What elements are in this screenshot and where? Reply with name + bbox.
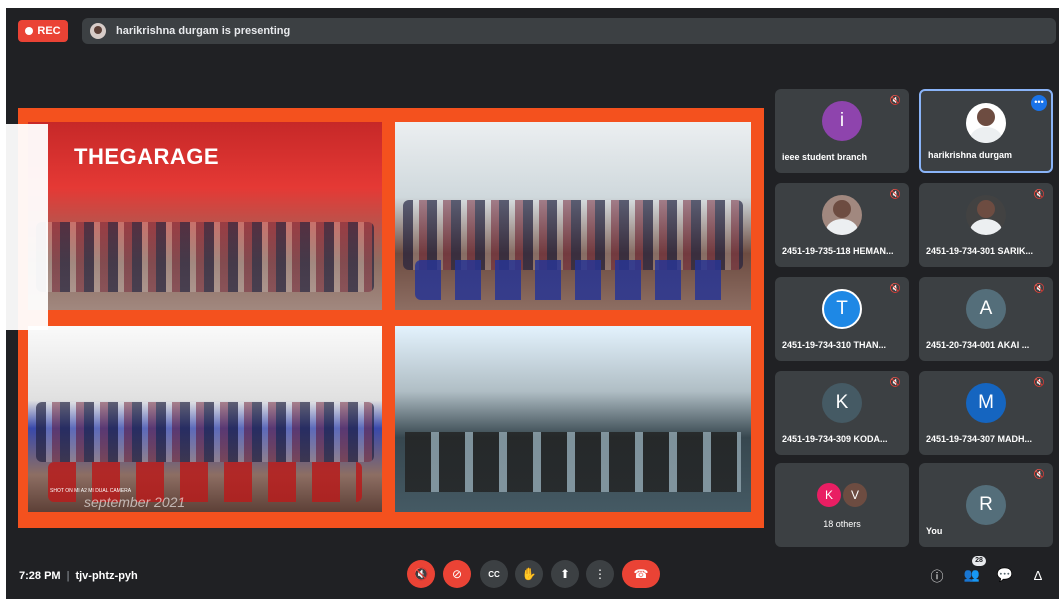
- self-tile[interactable]: R 🔇 You: [919, 463, 1053, 547]
- chat-button[interactable]: 💬: [995, 565, 1015, 585]
- meeting-details-button[interactable]: ⓘ: [927, 565, 947, 585]
- participant-avatar: A: [966, 289, 1006, 329]
- cc-icon: CC: [488, 569, 500, 579]
- participant-avatar: [966, 103, 1006, 143]
- info-icon: ⓘ: [930, 568, 944, 584]
- recording-label: REC: [37, 25, 61, 37]
- group-people: [36, 402, 374, 462]
- presenter-avatar: [90, 23, 106, 39]
- mic-off-icon: 🔇: [889, 283, 901, 293]
- photo-group-hall: [395, 122, 751, 310]
- meeting-time: 7:28 PM: [19, 570, 61, 582]
- group-people: [36, 222, 374, 292]
- garage-sign-text: THEGARAGE: [74, 144, 220, 169]
- meeting-code: tjv-phtz-pyh: [75, 570, 138, 582]
- participant-tile[interactable]: K 🔇 2451-19-734-309 KODA...: [775, 371, 909, 455]
- more-options-button[interactable]: ⋮: [586, 560, 614, 588]
- date-overlay: september 2021: [84, 494, 186, 510]
- participant-tile[interactable]: M 🔇 2451-19-734-307 MADH...: [919, 371, 1053, 455]
- presenting-text: harikrishna durgam is presenting: [116, 25, 291, 37]
- others-avatars: K V: [817, 483, 867, 507]
- overlay-strip: [6, 124, 48, 330]
- leave-call-button[interactable]: ☎: [622, 560, 660, 588]
- participant-tile[interactable]: 🔇 2451-19-734-301 SARIK...: [919, 183, 1053, 267]
- mic-off-icon: 🔇: [1033, 283, 1045, 293]
- shared-screen: THEGARAGE SHOT ON MI A2 MI DUAL CAMERA s…: [18, 108, 764, 528]
- participant-avatar: K: [817, 483, 841, 507]
- camera-off-icon: ⊘: [451, 567, 463, 581]
- participant-tile-presenter[interactable]: ••• harikrishna durgam: [919, 89, 1053, 173]
- activities-icon: ∆: [1034, 567, 1042, 583]
- participant-name: 2451-19-734-310 THAN...: [782, 340, 887, 350]
- participant-name: 2451-19-734-307 MADH...: [926, 434, 1033, 444]
- divider: |: [66, 570, 70, 582]
- hangup-icon: ☎: [633, 567, 649, 581]
- participant-tile[interactable]: T 🔇 2451-19-734-310 THAN...: [775, 277, 909, 361]
- participant-tile[interactable]: 🔇 2451-19-735-118 HEMAN...: [775, 183, 909, 267]
- mic-off-icon: 🔇: [1033, 377, 1045, 387]
- camera-toggle-button[interactable]: ⊘: [443, 560, 471, 588]
- chairs: [415, 260, 731, 300]
- participant-avatar: K: [822, 383, 862, 423]
- record-dot-icon: [25, 27, 34, 35]
- people-count-badge: 28: [972, 556, 986, 566]
- participant-name: 2451-19-735-118 HEMAN...: [782, 246, 894, 256]
- participant-name: 2451-20-734-001 AKAI ...: [926, 340, 1030, 350]
- photo-group-garage: THEGARAGE: [28, 122, 382, 310]
- photo-computer-lab: [395, 326, 751, 512]
- participant-name: You: [926, 526, 943, 536]
- present-icon: ⬆: [559, 567, 571, 581]
- participant-tile[interactable]: i 🔇 ieee student branch: [775, 89, 909, 173]
- mic-off-icon: 🔇: [413, 567, 429, 581]
- participant-tile[interactable]: A 🔇 2451-20-734-001 AKAI ...: [919, 277, 1053, 361]
- participant-name: 2451-19-734-309 KODA...: [782, 434, 888, 444]
- mic-off-icon: 🔇: [1033, 189, 1045, 199]
- participant-avatar: T: [822, 289, 862, 329]
- others-count-label: 18 others: [823, 519, 861, 529]
- presenting-banner: harikrishna durgam is presenting: [82, 18, 1056, 44]
- photo-group-seminar: SHOT ON MI A2 MI DUAL CAMERA september 2…: [28, 326, 382, 512]
- present-button[interactable]: ⬆: [551, 560, 579, 588]
- mic-off-icon: 🔇: [1033, 469, 1045, 479]
- more-vert-icon: ⋮: [594, 567, 606, 581]
- participant-avatar: i: [822, 101, 862, 141]
- participant-avatar: V: [843, 483, 867, 507]
- captions-button[interactable]: CC: [480, 560, 508, 588]
- meeting-info: 7:28 PM | tjv-phtz-pyh: [19, 570, 138, 582]
- participant-avatar: [822, 195, 862, 235]
- participant-name: harikrishna durgam: [928, 150, 1013, 160]
- lab-desks: [405, 432, 741, 492]
- people-button[interactable]: 👥: [962, 565, 982, 585]
- chat-icon: 💬: [996, 567, 1014, 582]
- mic-off-icon: 🔇: [889, 189, 901, 199]
- more-options-icon[interactable]: •••: [1031, 95, 1047, 111]
- participant-avatar: [966, 195, 1006, 235]
- participant-name: 2451-19-734-301 SARIK...: [926, 246, 1034, 256]
- recording-indicator: REC: [18, 20, 68, 42]
- hand-icon: ✋: [521, 567, 537, 581]
- participant-name: ieee student branch: [782, 152, 868, 162]
- people-icon: 👥: [963, 567, 981, 582]
- raise-hand-button[interactable]: ✋: [515, 560, 543, 588]
- participant-avatar: R: [966, 485, 1006, 525]
- participant-avatar: M: [966, 383, 1006, 423]
- mic-off-icon: 🔇: [889, 377, 901, 387]
- others-tile[interactable]: K V 18 others: [775, 463, 909, 547]
- activities-button[interactable]: ∆: [1028, 565, 1048, 585]
- mic-toggle-button[interactable]: 🔇: [407, 560, 435, 588]
- mic-off-icon: 🔇: [889, 95, 901, 105]
- meet-window: REC harikrishna durgam is presenting THE…: [6, 8, 1059, 599]
